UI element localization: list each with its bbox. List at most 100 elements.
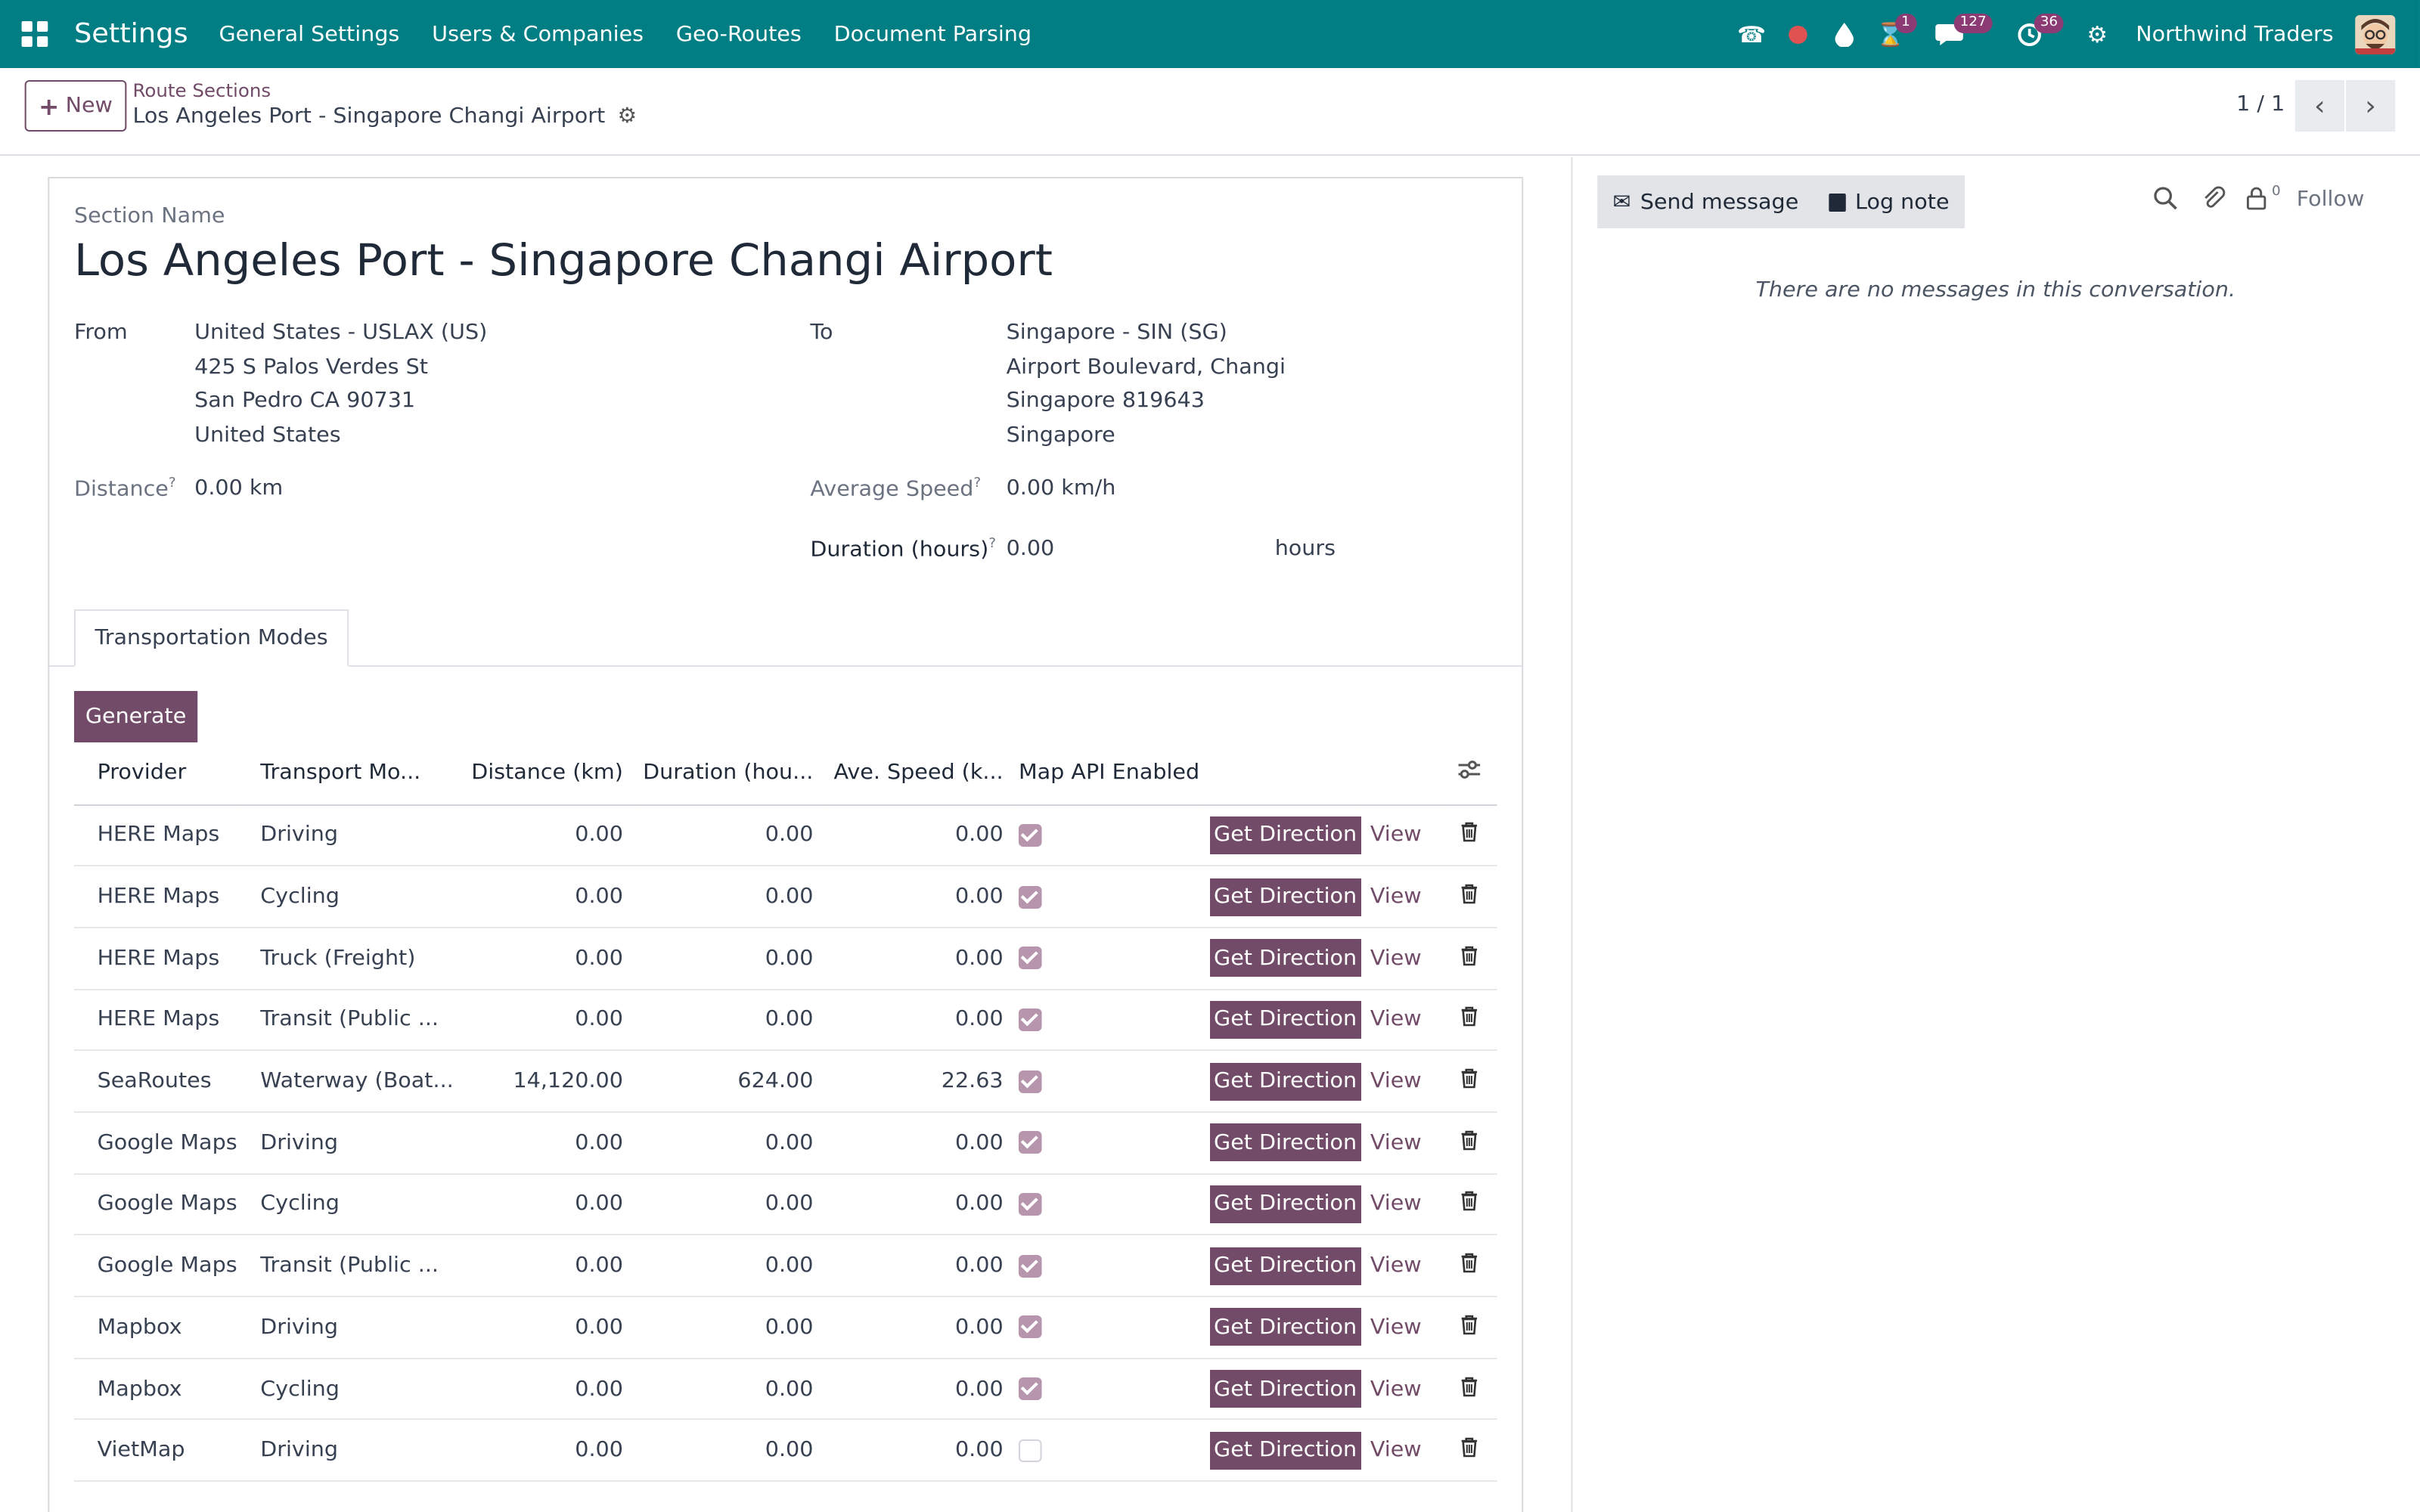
view-link[interactable]: View [1370,1438,1422,1462]
cell-transport-mode[interactable]: Transit (Public ... [237,989,454,1052]
trash-icon[interactable] [1460,1315,1478,1341]
breadcrumb-parent[interactable]: Route Sections [133,80,271,101]
col-provider[interactable]: Provider [73,742,237,805]
trash-icon[interactable] [1460,884,1478,910]
col-duration[interactable]: Duration (hou... [635,742,826,805]
tab-transportation-modes[interactable]: Transportation Modes [73,609,349,667]
cell-map-api[interactable] [1015,1297,1201,1359]
app-menu-icon[interactable] [0,0,70,68]
cell-provider[interactable]: Google Maps [73,1235,237,1297]
cell-duration[interactable]: 0.00 [635,927,826,990]
cell-duration[interactable]: 0.00 [635,989,826,1052]
cell-map-api[interactable] [1015,927,1201,990]
cell-transport-mode[interactable]: Driving [237,1419,454,1483]
cell-speed[interactable]: 0.00 [825,1297,1016,1359]
menu-document-parsing[interactable]: Document Parsing [834,22,1032,46]
cell-duration[interactable]: 0.00 [635,1419,826,1483]
cell-provider[interactable]: SeaRoutes [73,1050,237,1113]
cell-speed[interactable]: 0.00 [825,866,1016,928]
user-avatar[interactable] [2355,14,2396,54]
view-link[interactable]: View [1370,1315,1422,1340]
cell-distance[interactable]: 0.00 [453,804,636,867]
table-row[interactable]: VietMap Driving 0.00 0.00 0.00 Get Direction V… [73,1419,1497,1483]
cell-duration[interactable]: 0.00 [635,804,826,867]
trash-icon[interactable] [1460,1191,1478,1218]
cell-speed[interactable]: 0.00 [825,989,1016,1052]
cell-distance[interactable]: 0.00 [453,1297,636,1359]
followers-lock-icon[interactable] [2245,186,2267,216]
cell-distance[interactable]: 0.00 [453,1235,636,1297]
cell-provider[interactable]: Google Maps [73,1173,237,1236]
cell-distance[interactable]: 14,120.00 [453,1050,636,1113]
cell-provider[interactable]: HERE Maps [73,804,237,867]
map-api-checkbox[interactable] [1019,1070,1042,1093]
cell-distance[interactable]: 0.00 [453,927,636,990]
clock-icon[interactable]: 36 [2006,0,2065,68]
cell-distance[interactable]: 0.00 [453,1419,636,1483]
cell-map-api[interactable] [1015,1111,1201,1175]
cell-provider[interactable]: HERE Maps [73,989,237,1052]
menu-users-companies[interactable]: Users & Companies [432,22,644,46]
from-address[interactable]: United States - USLAX (US) 425 S Palos V… [194,316,487,452]
table-row[interactable]: HERE Maps Cycling 0.00 0.00 0.00 Get Directio… [73,866,1497,928]
cell-provider[interactable]: Mapbox [73,1297,237,1359]
cell-provider[interactable]: HERE Maps [73,866,237,928]
activity-hourglass-icon[interactable]: ⌛ 1 [1867,0,1916,68]
table-row[interactable]: HERE Maps Transit (Public ... 0.00 0.00 0.00… [73,989,1497,1052]
map-api-checkbox[interactable] [1019,1439,1042,1462]
record-actions-gear-icon[interactable]: ⚙ [618,104,638,129]
cell-provider[interactable]: HERE Maps [73,927,237,990]
trash-icon[interactable] [1460,1007,1478,1033]
cell-transport-mode[interactable]: Cycling [237,866,454,928]
get-direction-button[interactable]: Get Direction [1209,816,1361,854]
menu-general-settings[interactable]: General Settings [219,22,399,46]
cell-transport-mode[interactable]: Driving [237,804,454,867]
cell-speed[interactable]: 0.00 [825,1358,1016,1421]
get-direction-button[interactable]: Get Direction [1209,1370,1361,1408]
cell-transport-mode[interactable]: Truck (Freight) [237,927,454,990]
cell-provider[interactable]: Google Maps [73,1111,237,1175]
table-row[interactable]: Mapbox Driving 0.00 0.00 0.00 Get Direction Vi… [73,1297,1497,1359]
get-direction-button[interactable]: Get Direction [1209,878,1361,916]
cell-speed[interactable]: 0.00 [825,1235,1016,1297]
cell-map-api[interactable] [1015,1358,1201,1421]
map-api-checkbox[interactable] [1019,1254,1042,1278]
trash-icon[interactable] [1460,1253,1478,1279]
cell-transport-mode[interactable]: Transit (Public ... [237,1235,454,1297]
map-api-checkbox[interactable] [1019,1131,1042,1154]
cell-map-api[interactable] [1015,1419,1201,1483]
col-transport-mode[interactable]: Transport Mo... [237,742,454,805]
view-link[interactable]: View [1370,1377,1422,1401]
phone-icon[interactable]: ☎ [1729,0,1775,68]
cell-distance[interactable]: 0.00 [453,1358,636,1421]
cell-map-api[interactable] [1015,1173,1201,1236]
follow-button[interactable]: Follow [2297,187,2365,212]
column-settings-icon[interactable] [1440,742,1497,805]
map-api-checkbox[interactable] [1019,885,1042,909]
cell-distance[interactable]: 0.00 [453,989,636,1052]
get-direction-button[interactable]: Get Direction [1209,1247,1361,1285]
view-link[interactable]: View [1370,1253,1422,1278]
cell-distance[interactable]: 0.00 [453,866,636,928]
cell-duration[interactable]: 0.00 [635,1173,826,1236]
map-api-checkbox[interactable] [1019,1192,1042,1216]
get-direction-button[interactable]: Get Direction [1209,1431,1361,1470]
drop-icon[interactable] [1821,0,1867,68]
view-link[interactable]: View [1370,885,1422,909]
get-direction-button[interactable]: Get Direction [1209,1185,1361,1223]
cell-map-api[interactable] [1015,1235,1201,1297]
new-button[interactable]: + New [24,80,127,132]
record-icon[interactable] [1775,0,1821,68]
view-link[interactable]: View [1370,1069,1422,1093]
trash-icon[interactable] [1460,1130,1478,1157]
cell-speed[interactable]: 0.00 [825,804,1016,867]
cell-transport-mode[interactable]: Driving [237,1297,454,1359]
cell-duration[interactable]: 0.00 [635,866,826,928]
view-link[interactable]: View [1370,823,1422,847]
col-speed[interactable]: Ave. Speed (k... [825,742,1016,805]
menu-geo-routes[interactable]: Geo-Routes [676,22,802,46]
trash-icon[interactable] [1460,1068,1478,1095]
cell-transport-mode[interactable]: Cycling [237,1173,454,1236]
cell-transport-mode[interactable]: Waterway (Boat... [237,1050,454,1113]
trash-icon[interactable] [1460,1376,1478,1402]
